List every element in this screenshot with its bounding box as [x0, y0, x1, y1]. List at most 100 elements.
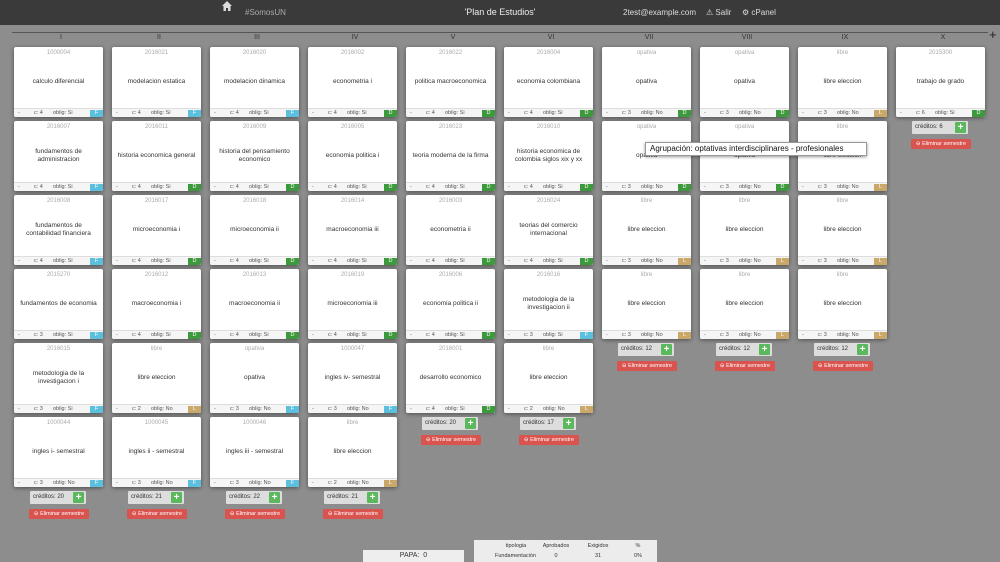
course-card[interactable]: 2016021 modelacion estatica - c: 4 oblig: Si…	[112, 47, 201, 117]
delete-semester-button[interactable]: ⊖ Eliminar semestre	[29, 509, 89, 519]
course-type-badge: L	[874, 184, 887, 191]
course-credits: c: 4	[426, 258, 435, 264]
credits-total-label: créditos: 17	[523, 420, 555, 426]
course-footer: - c: 3 oblig: No D	[700, 108, 789, 117]
delete-semester-button[interactable]: ⊖ Eliminar semestre	[715, 361, 775, 371]
course-card[interactable]: 2016014 macroeconomia iii - c: 4 oblig: Si D	[308, 195, 397, 265]
course-card[interactable]: libre libre eleccion - c: 2 oblig: No L	[112, 343, 201, 413]
course-card[interactable]: libre libre eleccion - c: 2 oblig: No L	[504, 343, 593, 413]
course-card[interactable]: 2016006 economia politica ii - c: 4 oblig: S…	[406, 269, 495, 339]
course-card[interactable]: opativa opativa - c: 3 oblig: No F	[210, 343, 299, 413]
course-credits: c: 3	[818, 332, 827, 338]
add-course-button[interactable]: +	[857, 344, 868, 355]
course-footer: - c: 4 oblig: Si D	[406, 182, 495, 191]
delete-semester-button[interactable]: ⊖ Eliminar semestre	[323, 509, 383, 519]
delete-semester-button[interactable]: ⊖ Eliminar semestre	[127, 509, 187, 519]
course-card[interactable]: 2016022 politica macroeconomica - c: 4 oblig…	[406, 47, 495, 117]
course-credits: c: 3	[230, 406, 239, 412]
add-course-button[interactable]: +	[171, 492, 182, 503]
delete-semester-button[interactable]: ⊖ Eliminar semestre	[225, 509, 285, 519]
course-card[interactable]: 2016016 metodologia de la investigacion i…	[504, 269, 593, 339]
course-card[interactable]: 2016001 desarrollo economico - c: 4 oblig: S…	[406, 343, 495, 413]
stats-header: tipologia	[505, 543, 527, 549]
course-card[interactable]: libre libre eleccion - c: 3 oblig: No L	[798, 47, 887, 117]
add-course-button[interactable]: +	[563, 418, 574, 429]
delete-semester-button[interactable]: ⊖ Eliminar semestre	[911, 139, 971, 149]
logout-link[interactable]: ⚠ Salir	[706, 0, 731, 25]
add-course-button[interactable]: +	[955, 122, 966, 133]
semester-header: IX	[841, 34, 849, 41]
course-card[interactable]: 2016015 metodologia de la investigacion i…	[14, 343, 103, 413]
add-course-button[interactable]: +	[759, 344, 770, 355]
course-name: microeconomia i	[132, 226, 181, 233]
course-card[interactable]: opativa opativa - c: 3 oblig: No D	[602, 47, 691, 117]
course-card[interactable]: 2016011 historia economica general - c: 4 ob…	[112, 121, 201, 191]
course-credits: c: 4	[426, 184, 435, 190]
papa-value: 0	[423, 552, 428, 559]
course-card[interactable]: 2016003 econometria ii - c: 4 oblig: Si D	[406, 195, 495, 265]
stats-header: %	[635, 543, 641, 549]
delete-semester-button[interactable]: ⊖ Eliminar semestre	[617, 361, 677, 371]
grade-placeholder: -	[606, 332, 608, 338]
course-card[interactable]: libre libre eleccion - c: 3 oblig: No L	[700, 269, 789, 339]
course-type-badge: D	[482, 332, 495, 339]
course-card[interactable]: 2016024 teorias del comercio internaciona…	[504, 195, 593, 265]
course-card[interactable]: 1000044 ingles i- semestral - c: 3 oblig: No…	[14, 417, 103, 487]
course-name: teoria moderna de la firma	[412, 152, 489, 159]
course-card[interactable]: libre libre eleccion - c: 2 oblig: No L	[308, 417, 397, 487]
course-card[interactable]: libre libre eleccion - c: 3 oblig: No L	[602, 195, 691, 265]
course-card[interactable]: opativa opativa - c: 3 oblig: No D	[602, 121, 691, 191]
course-card[interactable]: 2016004 economia colombiana - c: 4 oblig: Si…	[504, 47, 593, 117]
course-card[interactable]: 2016017 microeconomia i - c: 4 oblig: Si D	[112, 195, 201, 265]
course-card[interactable]: 2016020 modelacion dinamica - c: 4 oblig: Si…	[210, 47, 299, 117]
course-type-badge: D	[580, 258, 593, 265]
course-card[interactable]: 2015300 trabajo de grado - c: 6 oblig: Si D	[896, 47, 985, 117]
course-card[interactable]: 2016010 historia economica de colombia si…	[504, 121, 593, 191]
add-semester-button[interactable]: +	[989, 28, 997, 42]
course-footer: - c: 4 oblig: Si D	[406, 330, 495, 339]
course-card[interactable]: 2015270 fundamentos de economia - c: 3 oblig…	[14, 269, 103, 339]
course-card[interactable]: libre libre eleccion - c: 3 oblig: No L	[798, 121, 887, 191]
delete-semester-button[interactable]: ⊖ Eliminar semestre	[421, 435, 481, 445]
course-code: 2016019	[340, 272, 365, 278]
course-footer: - c: 4 oblig: Si D	[504, 182, 593, 191]
course-card[interactable]: 2016002 econometria i - c: 4 oblig: Si D	[308, 47, 397, 117]
course-footer: - c: 3 oblig: No F	[14, 478, 103, 487]
cpanel-link[interactable]: ⚙ cPanel	[742, 0, 776, 25]
delete-semester-button[interactable]: ⊖ Eliminar semestre	[813, 361, 873, 371]
add-course-button[interactable]: +	[269, 492, 280, 503]
course-name: libre eleccion	[801, 134, 884, 178]
course-card[interactable]: libre libre eleccion - c: 3 oblig: No L	[602, 269, 691, 339]
course-card[interactable]: 1000004 calculo diferencial - c: 4 oblig: Si…	[14, 47, 103, 117]
course-card[interactable]: libre libre eleccion - c: 3 oblig: No L	[798, 195, 887, 265]
course-card[interactable]: libre libre eleccion - c: 3 oblig: No L	[798, 269, 887, 339]
course-type-badge: L	[580, 406, 593, 413]
course-card[interactable]: 2016007 fundamentos de administracion - c: …	[14, 121, 103, 191]
user-email[interactable]: 2test@example.com	[623, 0, 696, 25]
add-course-button[interactable]: +	[73, 492, 84, 503]
course-card[interactable]: 2016009 historia del pensamiento economic…	[210, 121, 299, 191]
course-card[interactable]: 2016019 microeconomia iii - c: 4 oblig: Si D	[308, 269, 397, 339]
delete-semester-button[interactable]: ⊖ Eliminar semestre	[519, 435, 579, 445]
delete-semester-label: Eliminar semestre	[236, 511, 281, 517]
course-card[interactable]: libre libre eleccion - c: 3 oblig: No L	[700, 195, 789, 265]
semester-headers: I II III IV V VI VII VIII IX X	[12, 32, 988, 41]
delete-semester-label: Eliminar semestre	[628, 363, 673, 369]
course-card[interactable]: 2016012 macroeconomia i - c: 4 oblig: Si D	[112, 269, 201, 339]
course-card[interactable]: opativa opativa - c: 3 oblig: No D	[700, 121, 789, 191]
add-course-button[interactable]: +	[367, 492, 378, 503]
course-card[interactable]: 2016013 macroeconomia ii - c: 4 oblig: Si D	[210, 269, 299, 339]
course-name: teorias del comercio internacional	[519, 222, 578, 237]
course-card[interactable]: 2016005 economia politica i - c: 4 oblig: Si…	[308, 121, 397, 191]
course-type-badge: L	[678, 332, 691, 339]
course-card[interactable]: 1000047 ingles iv- semestral - c: 3 oblig: N…	[308, 343, 397, 413]
delete-semester-label: Eliminar semestre	[432, 437, 477, 443]
course-card[interactable]: 2016023 teoria moderna de la firma - c: 4 ob…	[406, 121, 495, 191]
add-course-button[interactable]: +	[465, 418, 476, 429]
course-card[interactable]: 2016018 microeconomia ii - c: 4 oblig: Si D	[210, 195, 299, 265]
course-card[interactable]: 1000045 ingles ii - semestral - c: 3 oblig: …	[112, 417, 201, 487]
course-card[interactable]: 2016008 fundamentos de contabilidad finan…	[14, 195, 103, 265]
course-card[interactable]: 1000046 ingles iii - semestral - c: 3 oblig:…	[210, 417, 299, 487]
course-card[interactable]: opativa opativa - c: 3 oblig: No D	[700, 47, 789, 117]
add-course-button[interactable]: +	[661, 344, 672, 355]
